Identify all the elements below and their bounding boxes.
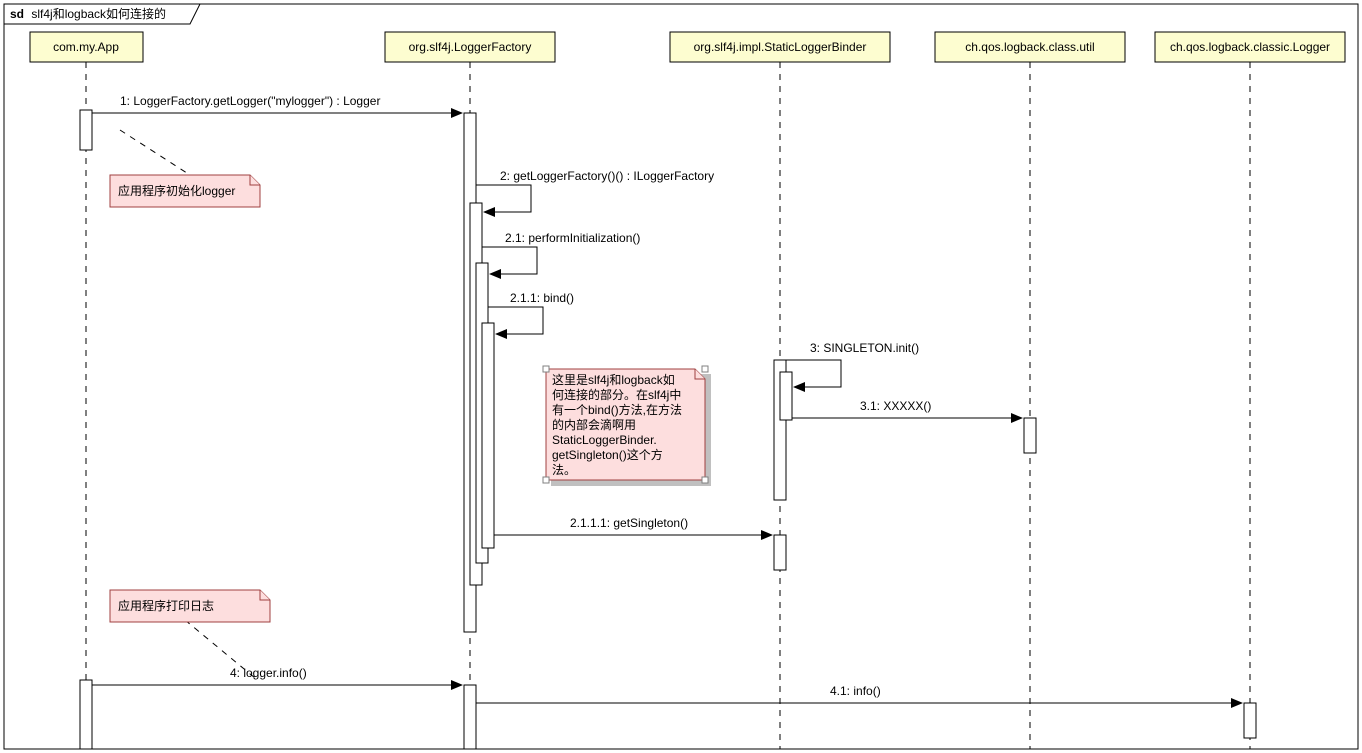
note-line-2: 何连接的部分。在slf4j中 — [552, 387, 681, 402]
activation-util — [1024, 418, 1036, 453]
activation-lf-5 — [464, 685, 476, 749]
message-2-1 — [482, 247, 537, 274]
activation-slb-3 — [774, 535, 786, 570]
resize-handle[interactable] — [543, 366, 549, 372]
message-2 — [476, 185, 531, 212]
resize-handle[interactable] — [543, 477, 549, 483]
activation-logger — [1244, 703, 1256, 738]
participant-loggerfactory: org.slf4j.LoggerFactory — [385, 32, 555, 62]
participant-label: org.slf4j.impl.StaticLoggerBinder — [694, 40, 867, 54]
participant-label: org.slf4j.LoggerFactory — [409, 40, 532, 54]
participant-classic-logger: ch.qos.logback.classic.Logger — [1155, 32, 1345, 62]
activation-slb-2 — [780, 372, 792, 420]
note-line-5: StaticLoggerBinder. — [552, 433, 657, 447]
message-4-label: 4: logger.info() — [230, 666, 307, 680]
note-init-logger: 应用程序初始化logger — [110, 130, 260, 207]
sequence-diagram: sd slf4j和logback如何连接的 com.my.App org.slf… — [0, 0, 1362, 753]
participant-label: ch.qos.logback.class.util — [965, 40, 1094, 54]
message-2-1-1-label: 2.1.1: bind() — [510, 291, 574, 305]
note-line-3: 有一个bind()方法,在方法 — [552, 402, 682, 417]
resize-handle[interactable] — [702, 477, 708, 483]
participant-staticloggerbinder: org.slf4j.impl.StaticLoggerBinder — [670, 32, 890, 62]
message-3-label: 3: SINGLETON.init() — [810, 341, 919, 355]
activation-lf-4 — [482, 323, 494, 548]
message-2-1-label: 2.1: performInitialization() — [505, 231, 640, 245]
frame-prefix: sd — [10, 7, 24, 21]
svg-text:sd slf4j和logback如何连接的: sd slf4j和logback如何连接的 — [10, 6, 166, 21]
participant-app: com.my.App — [30, 32, 143, 62]
message-2-1-1-1-label: 2.1.1.1: getSingleton() — [570, 516, 688, 530]
activation-app-2 — [80, 680, 92, 749]
note-text: 应用程序初始化logger — [118, 183, 235, 198]
message-2-1-1 — [488, 307, 543, 334]
resize-handle[interactable] — [702, 366, 708, 372]
message-1-label: 1: LoggerFactory.getLogger("mylogger") :… — [120, 94, 380, 108]
message-3 — [786, 360, 841, 387]
note-line-1: 这里是slf4j和logback如 — [552, 372, 675, 387]
note-print-log: 应用程序打印日志 — [110, 590, 270, 678]
frame-title: slf4j和logback如何连接的 — [31, 6, 166, 21]
note-text: 应用程序打印日志 — [118, 598, 214, 613]
participant-label: ch.qos.logback.classic.Logger — [1170, 40, 1330, 54]
note-bind-explanation[interactable]: 这里是slf4j和logback如 何连接的部分。在slf4j中 有一个bind… — [543, 366, 711, 486]
note-line-4: 的内部会滴啊用 — [552, 417, 636, 432]
participant-label: com.my.App — [53, 40, 119, 54]
message-2-label: 2: getLoggerFactory()() : ILoggerFactory — [500, 169, 714, 183]
note-line-7: 法。 — [552, 463, 576, 477]
activation-app-1 — [80, 110, 92, 150]
message-3-1-label: 3.1: XXXXX() — [860, 399, 931, 413]
note-line-6: getSingleton()这个方 — [552, 447, 663, 462]
message-4-1-label: 4.1: info() — [830, 684, 881, 698]
participant-logback-util: ch.qos.logback.class.util — [935, 32, 1125, 62]
